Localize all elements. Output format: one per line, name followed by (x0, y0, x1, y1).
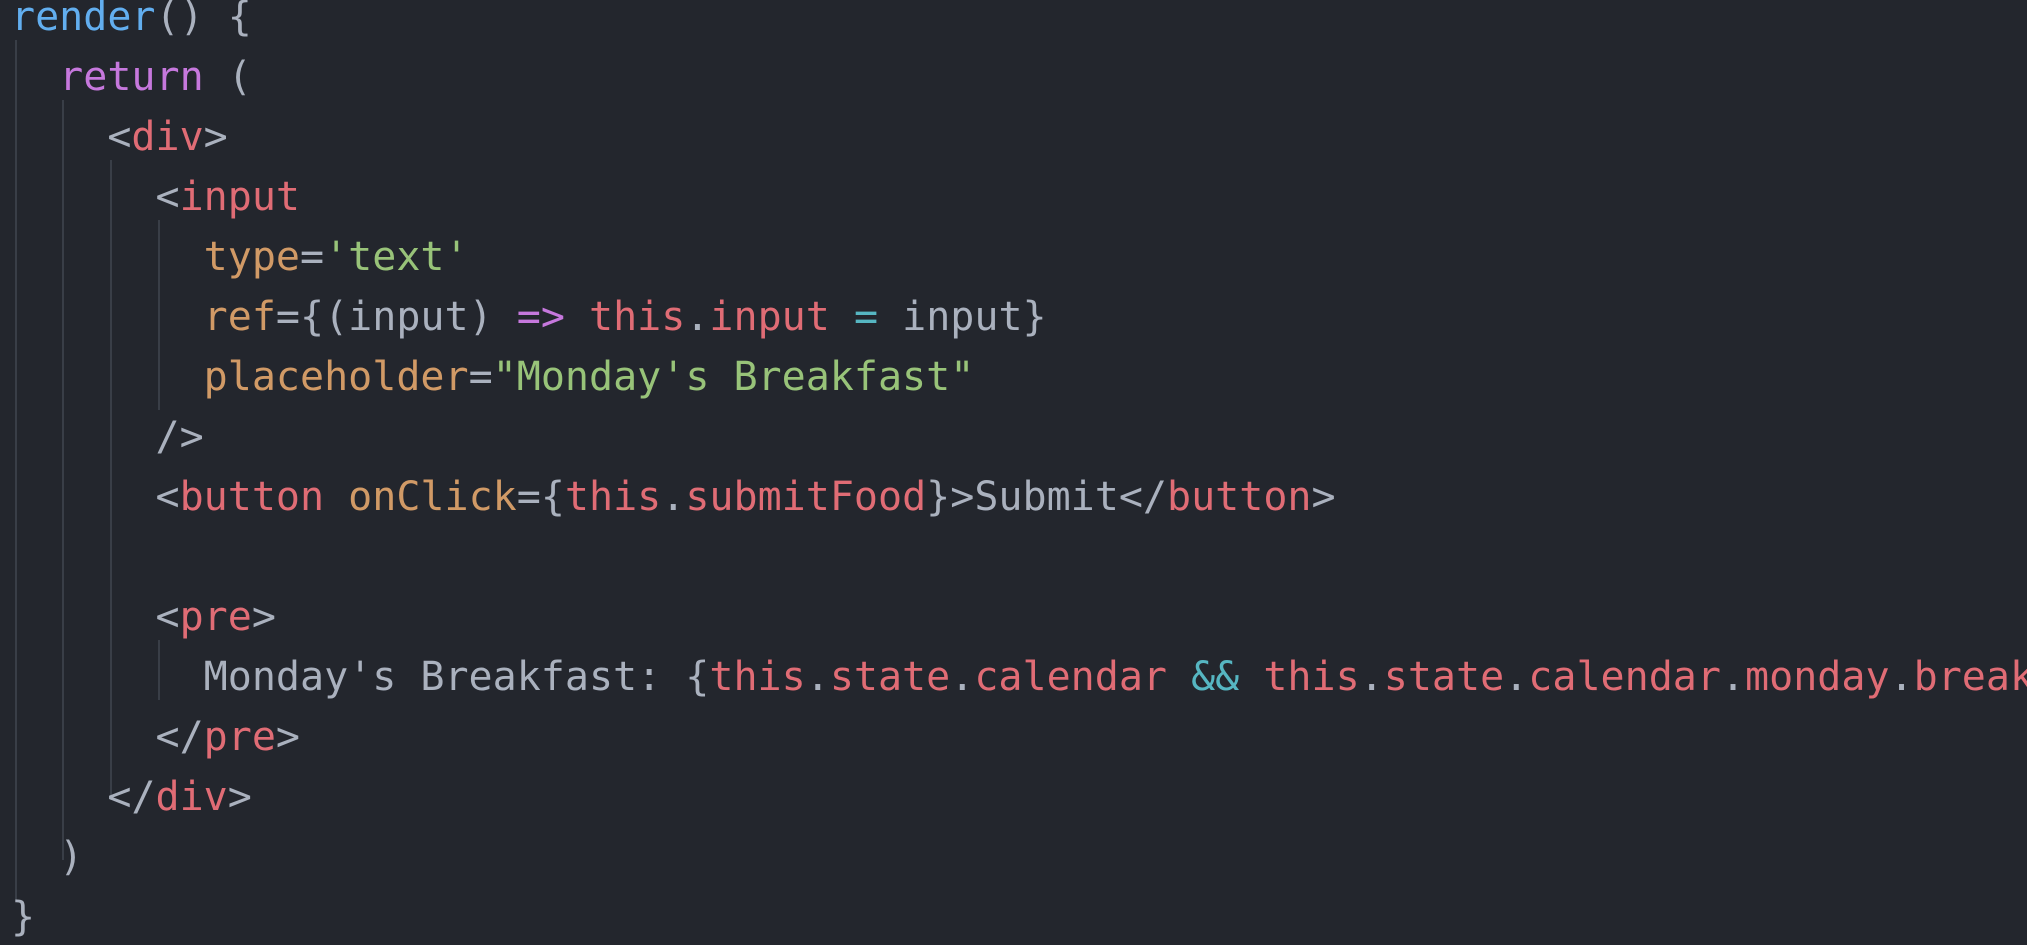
code-token: ={(input) (275, 294, 517, 340)
code-token: . (661, 474, 686, 520)
code-token: ref (203, 294, 276, 340)
code-line[interactable]: placeholder="Monday's Breakfast" (11, 347, 975, 407)
code-token: state (829, 654, 951, 700)
code-line[interactable]: </pre> (11, 707, 300, 767)
code-line[interactable]: render() { (11, 0, 252, 47)
code-line[interactable]: ) (11, 827, 83, 887)
code-token: } (11, 894, 36, 940)
code-token: < (11, 174, 180, 220)
code-token: calendar (1528, 654, 1721, 700)
code-token: type (203, 234, 300, 280)
code-token: input (179, 174, 300, 220)
code-token: this (709, 654, 806, 700)
code-token: = (468, 354, 493, 400)
code-token: . (1889, 654, 1914, 700)
code-token: pre (179, 594, 252, 640)
code-line[interactable]: </div> (11, 767, 252, 827)
code-token: < (11, 114, 132, 160)
code-token: onClick (348, 474, 517, 520)
code-token: submitFood (685, 474, 927, 520)
code-token: ={ (516, 474, 565, 520)
code-token: . (805, 654, 830, 700)
code-token: . (1504, 654, 1529, 700)
code-token: </ (11, 714, 204, 760)
code-token: ) (11, 834, 84, 880)
code-token: div (155, 774, 228, 820)
code-token: && (1191, 654, 1240, 700)
code-token: = (853, 294, 879, 340)
code-token: Monday's Breakfast: { (11, 654, 710, 700)
code-token: < (11, 474, 180, 520)
code-editor[interactable]: render() { return ( <div> <input type='t… (0, 0, 2027, 945)
code-token: > (275, 714, 300, 760)
code-token: ( (203, 54, 252, 100)
code-line[interactable]: /> (11, 407, 204, 467)
code-token: input} (878, 294, 1047, 340)
code-token: div (131, 114, 204, 160)
code-token: > (251, 594, 276, 640)
code-token: state (1383, 654, 1505, 700)
code-token: . (685, 294, 710, 340)
code-token: () { (155, 0, 252, 40)
code-token: . (950, 654, 975, 700)
code-line[interactable]: <pre> (11, 587, 276, 647)
code-token: 'text' (324, 234, 469, 280)
code-token: return (59, 54, 204, 100)
code-token: > (203, 114, 228, 160)
code-line[interactable]: <div> (11, 107, 228, 167)
code-token: this (589, 294, 686, 340)
code-line[interactable]: <button onClick={this.submitFood}>Submit… (11, 467, 1336, 527)
code-token: > (227, 774, 252, 820)
code-token: }>Submit</ (926, 474, 1167, 520)
code-line[interactable]: type='text' (11, 227, 469, 287)
code-token: > (1311, 474, 1336, 520)
code-token: . (1720, 654, 1746, 700)
code-token: . (1359, 654, 1384, 700)
code-token: < (11, 594, 180, 640)
code-line[interactable]: <input (11, 167, 300, 227)
code-token: this (564, 474, 662, 520)
code-token: /> (11, 414, 204, 460)
code-line[interactable]: Monday's Breakfast: {this.state.calendar… (11, 647, 2027, 707)
code-token: break (1913, 654, 2027, 700)
code-token: calendar (974, 654, 1167, 700)
code-token: placeholder (203, 354, 469, 400)
code-token: pre (203, 714, 276, 760)
code-token: monday (1745, 654, 1890, 700)
code-line[interactable]: } (11, 887, 35, 945)
code-line[interactable]: return ( (11, 47, 252, 107)
code-token: = (299, 234, 325, 280)
code-token: button (1167, 474, 1312, 520)
code-token: button (179, 474, 325, 520)
code-token: => (516, 294, 565, 340)
code-line[interactable]: ref={(input) => this.input = input} (11, 287, 1047, 347)
code-token: this (1263, 654, 1360, 700)
code-token: </ (11, 774, 156, 820)
code-token: "Monday's Breakfast" (492, 354, 975, 400)
code-token: input (709, 294, 830, 340)
code-token: render (11, 0, 156, 40)
